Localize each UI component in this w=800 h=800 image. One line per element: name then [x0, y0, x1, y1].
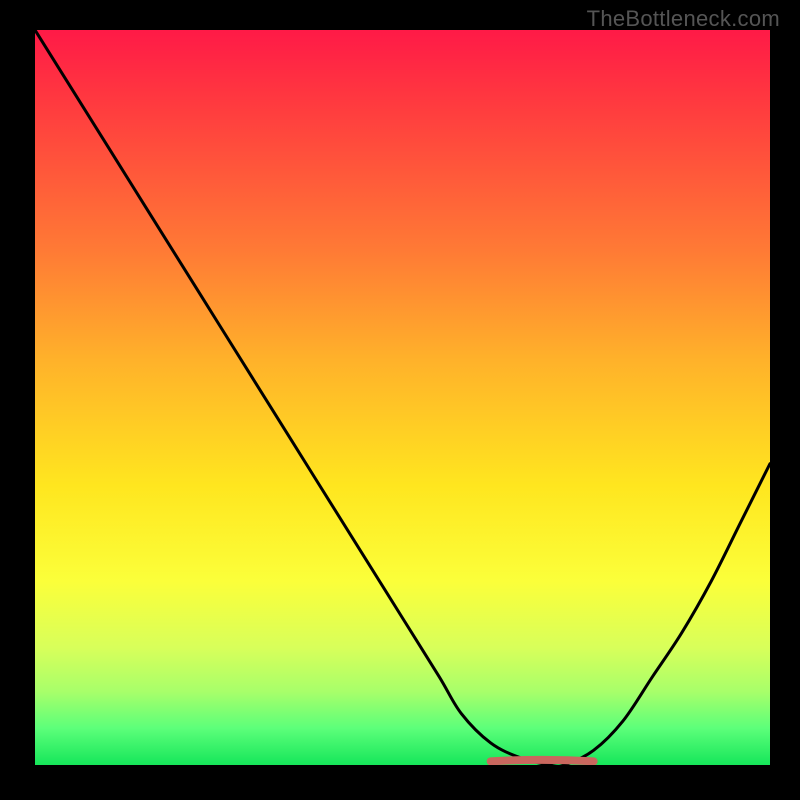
bottleneck-curve	[35, 30, 770, 765]
optimal-range-marker	[491, 760, 594, 762]
chart-plot-area	[35, 30, 770, 765]
watermark-text: TheBottleneck.com	[587, 6, 780, 32]
chart-frame: TheBottleneck.com	[0, 0, 800, 800]
chart-svg	[35, 30, 770, 765]
